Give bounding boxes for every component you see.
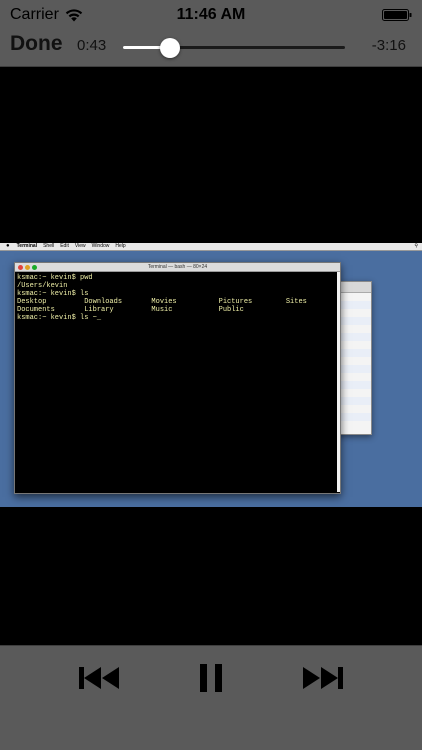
top-bar: Carrier 11:46 AM Done 0:43 -3:16 [0, 0, 422, 67]
remaining-time: -3:16 [371, 37, 406, 54]
terminal-window: Terminal — bash — 80×24 ksmac:~ kevin$ p… [14, 262, 341, 494]
battery-icon [382, 9, 412, 21]
menubar-item-view: View [74, 243, 86, 249]
menubar-item-help: Help [115, 243, 126, 249]
playback-scrubber[interactable] [123, 38, 345, 58]
rewind-button[interactable] [76, 663, 124, 693]
terminal-titlebar: Terminal — bash — 80×24 [15, 263, 340, 272]
menu-items: Terminal Shell Edit View Window Help [17, 243, 132, 249]
fast-forward-button[interactable] [298, 663, 346, 693]
pause-icon [200, 664, 222, 692]
apple-icon: ● [6, 243, 10, 249]
menubar-item-edit: Edit [60, 243, 69, 249]
status-bar: Carrier 11:46 AM [0, 0, 422, 30]
terminal-scrollbar [337, 272, 340, 492]
terminal-line: Documents Library Music Public [17, 306, 244, 314]
spotlight-icon: ⚲ [414, 243, 418, 249]
done-button[interactable]: Done [10, 32, 63, 56]
status-clock: 11:46 AM [176, 6, 246, 23]
terminal-line: /Users/kevin [17, 282, 68, 290]
terminal-line: ksmac:~ kevin$ ls [17, 290, 89, 298]
terminal-line: Desktop Downloads Movies Pictures Sites [17, 298, 307, 306]
fast-forward-icon [303, 667, 343, 689]
terminal-line: ksmac:~ kevin$ ls ~_ [17, 314, 102, 322]
elapsed-time: 0:43 [77, 37, 107, 54]
scrubber-thumb[interactable] [160, 38, 180, 58]
menubar-item-shell: Shell [43, 243, 55, 249]
playback-toolbar [0, 645, 422, 750]
menubar-item-terminal: Terminal [16, 243, 38, 249]
pause-button[interactable] [187, 663, 235, 693]
mac-menubar: ● Terminal Shell Edit View Window Help ⚲ [0, 243, 422, 251]
terminal-line: ksmac:~ kevin$ pwd [17, 274, 93, 282]
player-controls: Done 0:43 -3:16 [0, 30, 422, 66]
video-frame[interactable]: ● Terminal Shell Edit View Window Help ⚲ [0, 243, 422, 507]
video-player-screen: Carrier 11:46 AM Done 0:43 -3:16 ● Termi… [0, 0, 422, 750]
terminal-output: ksmac:~ kevin$ pwd/Users/kevin ksmac:~ ke… [15, 272, 340, 322]
terminal-title: Terminal — bash — 80×24 [147, 264, 208, 270]
rewind-icon [79, 667, 119, 689]
menubar-item-window: Window [91, 243, 110, 249]
